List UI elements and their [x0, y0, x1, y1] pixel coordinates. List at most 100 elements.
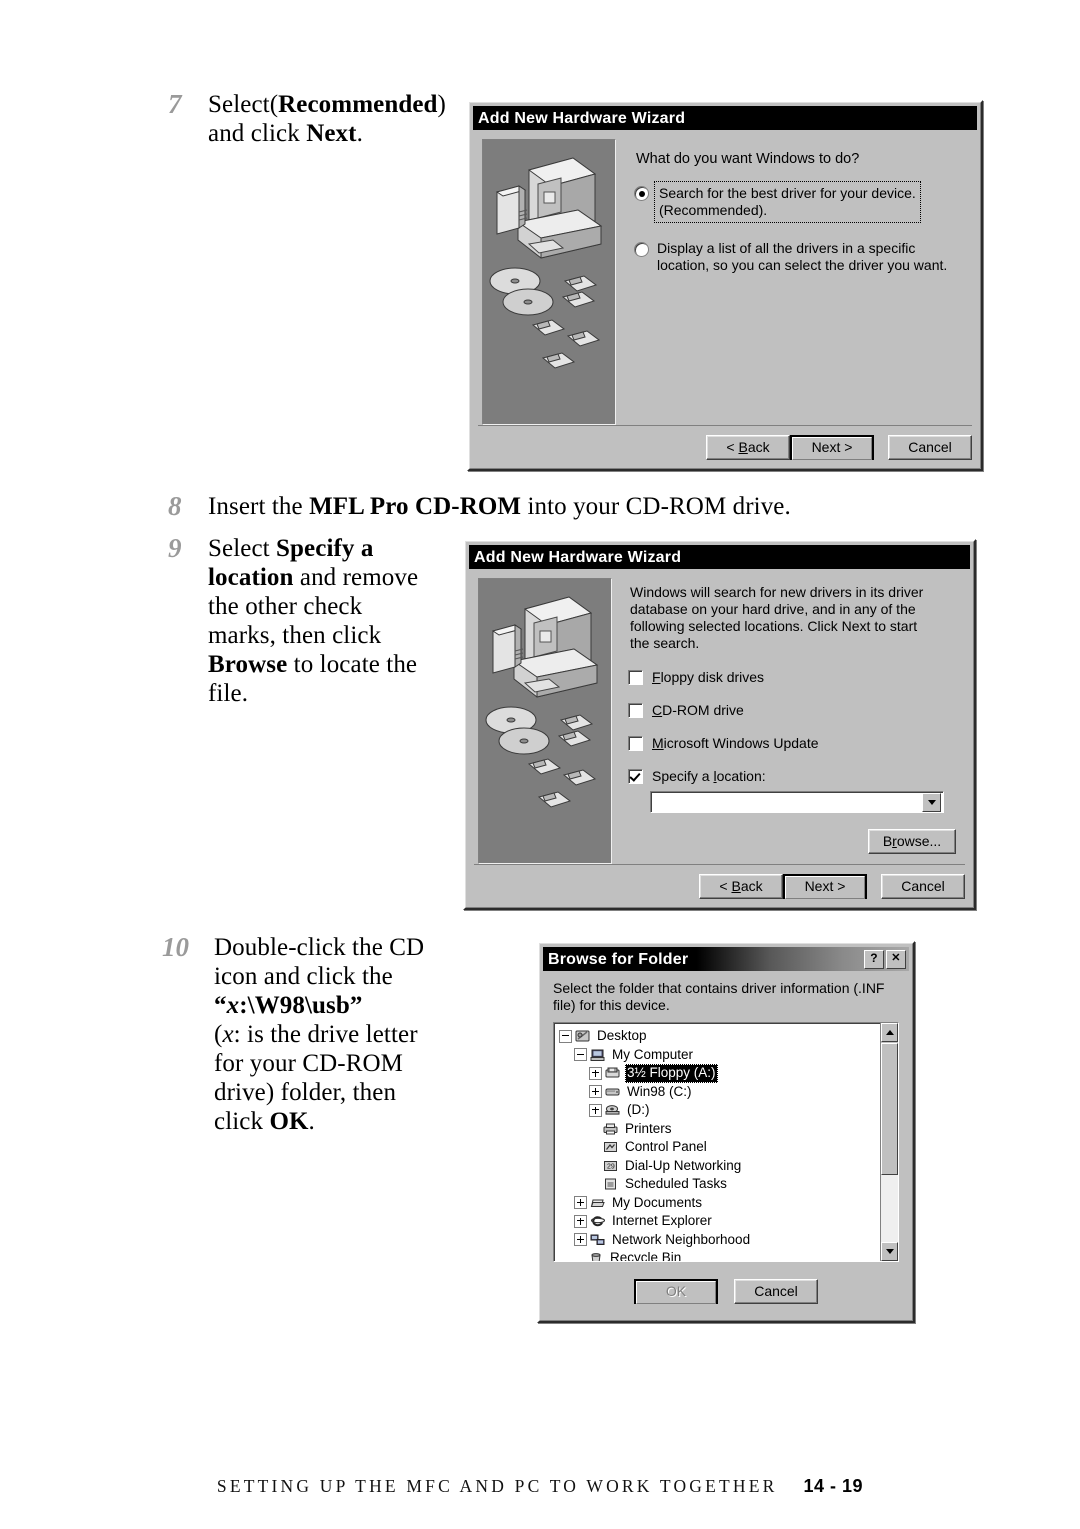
tree-item-scheduled-tasks[interactable]: Scheduled Tasks: [559, 1175, 880, 1194]
step-10-ok: OK: [269, 1108, 309, 1135]
page-footer: SETTING UP THE MFC AND PC TO WORK TOGETH…: [0, 1476, 1080, 1497]
close-icon[interactable]: ✕: [886, 950, 906, 969]
tasks-icon-glyph: [605, 1178, 616, 1190]
expander-none: [589, 1179, 600, 1190]
next-button-2[interactable]: Next >: [783, 874, 867, 899]
cdrom-icon: [605, 1103, 621, 1117]
checkbox-specify-a-location[interactable]: Specify a location:: [628, 767, 960, 785]
back-button-1[interactable]: < Back: [706, 435, 790, 460]
chevron-down-icon[interactable]: [922, 792, 941, 812]
step-8-cdrom-name: MFL Pro CD-ROM: [309, 493, 522, 520]
expander-plus-icon[interactable]: [589, 1066, 602, 1080]
step-9-prefix: Select: [208, 535, 277, 562]
checkbox-floppy-box[interactable]: [628, 669, 643, 685]
desktop-icon-glyph: [575, 1030, 590, 1042]
browse-button[interactable]: Browse...: [868, 829, 956, 854]
tree-item-network-neighborhood[interactable]: Network Neighborhood: [559, 1231, 880, 1250]
expander-minus-icon[interactable]: [559, 1029, 572, 1043]
back-button-2[interactable]: < Back: [699, 874, 783, 899]
documents-icon-glyph: [590, 1199, 605, 1207]
option-search-best-driver-label: Search for the best driver for your devi…: [654, 181, 921, 223]
computer-and-media-illustration-2: [485, 596, 599, 808]
checkbox-windows-update-label: Microsoft Windows Update: [652, 735, 819, 751]
step-10-path: “x:\W98\usb”: [214, 992, 363, 1019]
expander-plus-icon[interactable]: [574, 1214, 587, 1228]
radio-search-best-driver[interactable]: [634, 186, 649, 201]
browse-for-folder-dialog[interactable]: Browse for Folder ? ✕ Select the folder …: [537, 941, 915, 1323]
tree-item-control-panel[interactable]: Control Panel: [559, 1138, 880, 1157]
scroll-up-button[interactable]: [881, 1023, 898, 1042]
add-new-hardware-wizard-dialog-2[interactable]: Add New Hardware Wizard Windows will sea…: [463, 539, 976, 910]
tree-item-dial-up-networking[interactable]: 29 Dial-Up Networking: [559, 1157, 880, 1176]
location-combobox[interactable]: [650, 791, 944, 813]
tree-label: Recycle Bin: [610, 1250, 682, 1261]
expander-plus-icon[interactable]: [574, 1196, 587, 1210]
network-icon: [590, 1233, 606, 1247]
floppy-icon: [605, 1066, 621, 1080]
option-search-best-driver[interactable]: Search for the best driver for your devi…: [634, 181, 967, 223]
expander-minus-icon[interactable]: [574, 1048, 587, 1062]
control-panel-icon: [603, 1140, 619, 1154]
ok-button[interactable]: OK: [634, 1279, 718, 1304]
ie-icon: [590, 1214, 606, 1228]
step-10: 10 Double-click the CD icon and click th…: [162, 933, 442, 1136]
option-2-line-1: Display a list of all the drivers in a s…: [657, 240, 916, 256]
option-1-line-2: (Recommended).: [659, 202, 768, 218]
expander-plus-icon[interactable]: [589, 1103, 602, 1117]
printers-icon: [603, 1122, 619, 1136]
tree-item-my-documents[interactable]: My Documents: [559, 1194, 880, 1213]
tree-item-printers[interactable]: Printers: [559, 1120, 880, 1139]
option-2-line-2: location, so you can select the driver y…: [657, 257, 948, 273]
dialog-1-content: What do you want Windows to do? Search f…: [616, 139, 977, 425]
step-7-period: .: [356, 120, 363, 147]
expander-none: [589, 1142, 600, 1153]
tree-item-recycle-bin[interactable]: Recycle Bin: [559, 1249, 880, 1261]
cancel-button-3[interactable]: Cancel: [734, 1279, 818, 1304]
ie-icon-glyph: [590, 1216, 606, 1227]
tree-item-internet-explorer[interactable]: Internet Explorer: [559, 1212, 880, 1231]
expander-plus-icon[interactable]: [589, 1085, 602, 1099]
tree-item-drive-d[interactable]: (D:): [559, 1101, 880, 1120]
checkbox-cdrom-label: CD-ROM drive: [652, 702, 744, 718]
footer-page-number: 14 - 19: [803, 1476, 864, 1496]
option-1-line-1: Search for the best driver for your devi…: [659, 185, 916, 201]
scroll-down-button[interactable]: [881, 1242, 898, 1261]
checkbox-floppy-label: Floppy disk drives: [652, 669, 765, 685]
tree-item-desktop[interactable]: Desktop: [559, 1027, 880, 1046]
dialog-3-button-bar: OK Cancel: [543, 1262, 909, 1304]
expander-plus-icon[interactable]: [574, 1233, 587, 1247]
step-7-line1-select: Select: [208, 91, 270, 118]
option-display-driver-list[interactable]: Display a list of all the drivers in a s…: [634, 240, 967, 274]
checkbox-cdrom-drive[interactable]: CD-ROM drive: [628, 701, 960, 719]
step-7-recommended: Recommended: [278, 91, 438, 118]
dialog-3-instruction: Select the folder that contains driver i…: [553, 980, 885, 1013]
tree-item-floppy-a[interactable]: 3½ Floppy (A:): [559, 1064, 880, 1083]
step-10-middle: : is the drive letter for your CD-ROM dr…: [214, 1021, 418, 1135]
dialog-1-button-bar: < Back Next > Cancel: [478, 425, 972, 460]
checkbox-microsoft-windows-update[interactable]: Microsoft Windows Update: [628, 734, 960, 752]
tree-item-my-computer[interactable]: My Computer: [559, 1046, 880, 1065]
button-gap-2: [867, 874, 881, 899]
checkbox-windows-update-box[interactable]: [628, 735, 643, 751]
dialup-icon: 29: [603, 1159, 619, 1173]
checkbox-cdrom-box[interactable]: [628, 702, 643, 718]
checkbox-specify-location-box[interactable]: [628, 768, 643, 784]
folder-tree[interactable]: Desktop My Computer 3½ Floppy (A:) Win98…: [554, 1023, 880, 1261]
tree-label: Network Neighborhood: [612, 1231, 751, 1247]
tree-scrollbar[interactable]: [880, 1023, 898, 1261]
dialog-2-inner-frame: Add New Hardware Wizard Windows will sea…: [465, 541, 974, 908]
help-icon[interactable]: ?: [864, 950, 884, 969]
step-7-next: Next: [306, 120, 357, 147]
add-new-hardware-wizard-dialog-1[interactable]: Add New Hardware Wizard What do you want…: [467, 100, 983, 471]
tree-label: Printers: [625, 1120, 672, 1136]
next-button-1[interactable]: Next >: [790, 435, 874, 460]
checkbox-floppy-disk-drives[interactable]: Floppy disk drives: [628, 668, 960, 686]
dialog-3-title: Browse for Folder: [548, 950, 689, 968]
tree-item-win98-c[interactable]: Win98 (C:): [559, 1083, 880, 1102]
folder-tree-box[interactable]: Desktop My Computer 3½ Floppy (A:) Win98…: [553, 1022, 899, 1262]
scrollbar-thumb[interactable]: [881, 1043, 898, 1175]
radio-display-driver-list[interactable]: [634, 242, 649, 257]
cancel-button-2[interactable]: Cancel: [881, 874, 965, 899]
cancel-button-1[interactable]: Cancel: [888, 435, 972, 460]
scrollbar-track[interactable]: [881, 1175, 898, 1242]
